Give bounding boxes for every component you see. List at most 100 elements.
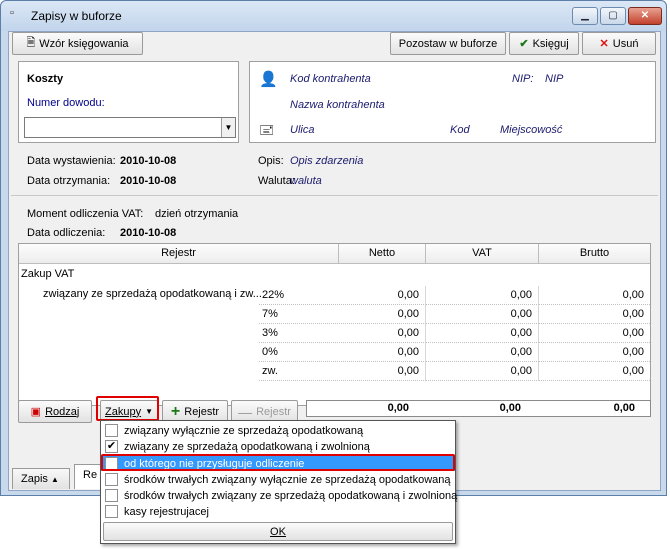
divider [11, 195, 658, 196]
title-bar: ▫ Zapisy w buforze ▁ ▢ ✕ [1, 1, 666, 31]
minimize-button[interactable]: ▁ [572, 7, 598, 25]
delete-icon: ✕ [599, 38, 609, 50]
description-value[interactable]: Opis zdarzenia [290, 155, 363, 167]
checkbox[interactable] [105, 424, 118, 437]
checkmark-icon: ✔ [519, 38, 529, 50]
plus-icon: + [170, 402, 181, 420]
option-fixed-assets-taxed-and-exempt[interactable]: środków trwałych związany ze sprzedażą o… [101, 488, 458, 503]
annotation-highlight-option [101, 454, 455, 471]
leave-in-buffer-label: Pozostaw w buforze [398, 37, 498, 50]
receipt-date-value[interactable]: 2010-10-08 [120, 175, 176, 187]
column-header-netto[interactable]: Netto [339, 244, 426, 264]
group-row-label[interactable]: Zakup VAT [21, 268, 74, 280]
doc-number-combo[interactable]: ▼ [24, 117, 236, 138]
vat-cell[interactable]: 0,00 [426, 286, 539, 305]
deduction-date-value[interactable]: 2010-10-08 [120, 227, 176, 239]
tab-registers-label: Re [83, 469, 98, 481]
vat-cell[interactable]: 0,00 [426, 324, 539, 343]
brutto-cell[interactable]: 0,00 [539, 343, 650, 362]
costs-panel: Koszty Numer dowodu: ▼ [18, 61, 239, 143]
annotation-highlight-purchases [96, 396, 159, 421]
delete-button-label: Usuń [612, 37, 639, 50]
vat-cell[interactable]: 0,00 [426, 343, 539, 362]
totals-row: 0,00 0,00 0,00 [306, 400, 651, 417]
book-button[interactable]: ✔ Księguj [509, 32, 579, 55]
option-cash-register[interactable]: kasy rejestrujacej [101, 504, 455, 519]
checkbox[interactable] [105, 489, 118, 502]
contractor-street[interactable]: Ulica [290, 124, 314, 136]
contractor-panel: 👤 Kod kontrahenta NIP: NIP Nazwa kontrah… [249, 61, 656, 143]
remove-register-label: Rejestr [256, 405, 291, 418]
description-label: Opis: [258, 155, 284, 167]
contractor-name[interactable]: Nazwa kontrahenta [290, 99, 385, 111]
close-button[interactable]: ✕ [628, 7, 662, 25]
delete-button[interactable]: ✕ Usuń [582, 32, 656, 55]
document-icon: ▫ [10, 7, 14, 19]
kind-button-label: Rodzaj [45, 405, 80, 418]
netto-cell[interactable]: 0,00 [259, 286, 426, 305]
total-netto: 0,00 [387, 402, 409, 414]
nip-value[interactable]: NIP [545, 73, 563, 85]
vat-moment-value[interactable]: dzień otrzymania [155, 208, 238, 220]
brutto-cell[interactable]: 0,00 [539, 286, 650, 305]
netto-cell[interactable]: 0,00 [259, 343, 426, 362]
total-brutto: 0,00 [613, 402, 635, 414]
option-fixed-assets-taxed-only[interactable]: środków trwałych związany wyłącznie ze s… [101, 472, 455, 487]
register-item-label[interactable]: związany ze sprzedażą opodatkowaną i zw.… [43, 288, 262, 300]
maximize-button[interactable]: ▢ [600, 7, 626, 25]
contractor-code[interactable]: Kod kontrahenta [290, 73, 371, 85]
nip-label: NIP: [512, 73, 534, 85]
option-label: kasy rejestrujacej [124, 505, 209, 518]
ok-button[interactable]: OK [103, 522, 453, 541]
receipt-date-label: Data otrzymania: [27, 175, 111, 187]
document-icon: 🗎 [26, 37, 36, 49]
pattern-button-label: Wzór księgowania [39, 37, 129, 50]
contractor-person-icon: 👤 [259, 71, 278, 88]
costs-heading: Koszty [27, 73, 64, 85]
netto-cell[interactable]: 0,00 [259, 305, 426, 324]
tab-zapis[interactable]: Zapis ▲ [12, 468, 70, 489]
option-label: środków trwałych związany ze sprzedażą o… [124, 489, 458, 502]
purchases-options-popup: związany wyłącznie ze sprzedażą opodatko… [100, 420, 458, 544]
option-label: związany ze sprzedażą opodatkowaną i zwo… [124, 440, 370, 453]
option-taxed-only[interactable]: związany wyłącznie ze sprzedażą opodatko… [101, 423, 455, 438]
currency-value[interactable]: waluta [290, 175, 322, 187]
checkbox-checked[interactable]: ✔ [105, 440, 118, 453]
option-label: środków trwałych związany wyłącznie ze s… [124, 473, 451, 486]
vat-cell[interactable]: 0,00 [426, 362, 539, 381]
deduction-date-label: Data odliczenia: [27, 227, 106, 239]
issue-date-value[interactable]: 2010-10-08 [120, 155, 176, 167]
checkbox[interactable] [105, 473, 118, 486]
address-card-icon: 🖃 [259, 122, 275, 137]
brutto-cell[interactable]: 0,00 [539, 362, 650, 381]
pattern-button[interactable]: 🗎 Wzór księgowania [12, 32, 143, 55]
option-taxed-and-exempt[interactable]: ✔ związany ze sprzedażą opodatkowaną i z… [101, 439, 455, 454]
vat-cell[interactable]: 0,00 [426, 305, 539, 324]
caret-up-icon: ▲ [50, 475, 59, 484]
leave-in-buffer-button[interactable]: Pozostaw w buforze [390, 32, 506, 55]
option-label: związany wyłącznie ze sprzedażą opodatko… [124, 424, 364, 437]
kind-button[interactable]: ▣ Rodzaj [18, 400, 92, 423]
vat-moment-label: Moment odliczenia VAT: [27, 208, 144, 220]
contractor-postcode[interactable]: Kod [450, 124, 470, 136]
add-register-label: Rejestr [184, 405, 220, 418]
netto-cell[interactable]: 0,00 [259, 362, 426, 381]
column-header-register[interactable]: Rejestr [19, 244, 339, 264]
column-header-brutto[interactable]: Brutto [539, 244, 650, 264]
dropdown-arrow-icon[interactable]: ▼ [221, 118, 235, 137]
netto-cell[interactable]: 0,00 [259, 324, 426, 343]
window-title: Zapisy w buforze [31, 9, 122, 23]
total-vat: 0,00 [499, 402, 521, 414]
checkbox[interactable] [105, 505, 118, 518]
tab-zapis-label: Zapis [21, 473, 48, 485]
minus-icon: — [238, 403, 253, 420]
kind-icon: ▣ [30, 406, 42, 418]
brutto-cell[interactable]: 0,00 [539, 324, 650, 343]
issue-date-label: Data wystawienia: [27, 155, 116, 167]
register-grid: Rejestr Netto VAT Brutto Zakup VAT związ… [18, 243, 651, 406]
column-header-vat[interactable]: VAT [426, 244, 539, 264]
brutto-cell[interactable]: 0,00 [539, 305, 650, 324]
contractor-city[interactable]: Miejscowość [500, 124, 562, 136]
book-button-label: Księguj [532, 37, 569, 50]
doc-number-label: Numer dowodu: [27, 97, 105, 109]
